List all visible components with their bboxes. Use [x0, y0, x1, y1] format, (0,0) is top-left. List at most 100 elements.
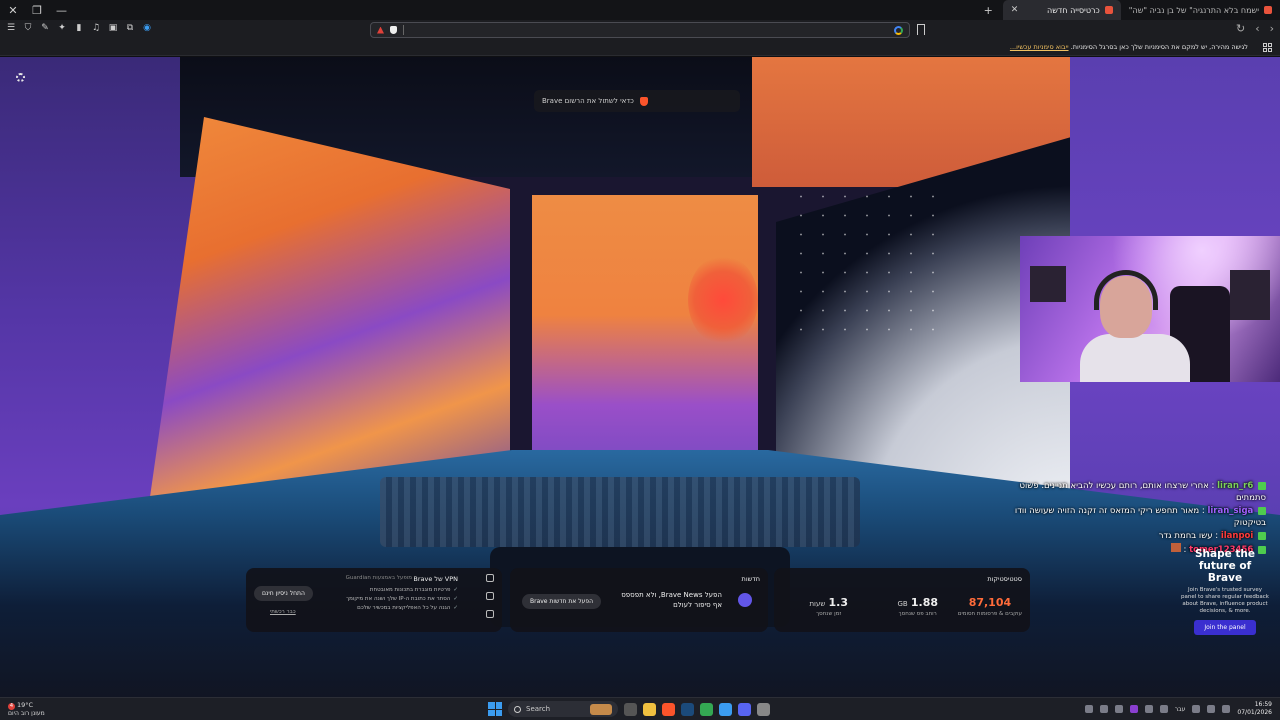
nav-buttons: ↻ ‹ ›: [1236, 22, 1274, 35]
weather-desc: מעונן רוב היום: [8, 710, 45, 717]
tab-label: כרטיסייה חדשה: [1047, 5, 1100, 15]
puzzle-icon[interactable]: ✦: [57, 23, 67, 33]
app-icon[interactable]: [719, 702, 732, 716]
vpn-title: VPN של Brave: [413, 575, 458, 583]
clock[interactable]: 16:59 07/01/2026: [1237, 701, 1272, 717]
discord-icon[interactable]: [738, 702, 751, 716]
alert-icon[interactable]: [486, 592, 494, 600]
clock-time: 16:59: [1254, 701, 1272, 708]
stat-label: עוקבים & פרסומות חסומים: [957, 611, 1022, 617]
join-panel-button[interactable]: Join the panel: [1194, 620, 1256, 635]
new-tab-button[interactable]: +: [974, 4, 1003, 17]
tabs: ישמח בלא התרנגיה" של בן נביה "שה" כרטיסי…: [974, 0, 1280, 20]
forward-icon[interactable]: ›: [1270, 22, 1274, 35]
vpn-feature: הגנה על כל האפליקציות במכשיר שלכם: [346, 604, 458, 613]
extension-icon[interactable]: ✎: [40, 23, 50, 33]
tab-new-tab[interactable]: כרטיסייה חדשה ✕: [1002, 0, 1121, 20]
wallet-icon[interactable]: ▣: [108, 23, 118, 33]
wifi-icon[interactable]: ◉: [142, 23, 152, 33]
notification-badge: 4: [8, 703, 15, 710]
wallet-icon[interactable]: [486, 610, 494, 618]
vpn-widget: VPN של Brave מופעל באמצעות Guardian פרטי…: [246, 568, 502, 632]
start-free-trial-button[interactable]: התחל ניסיון חינם: [254, 586, 313, 601]
already-purchased-link[interactable]: כבר רכשתי: [270, 609, 296, 615]
bookmarks-hint-text: לגישה מהירה, יש למקם את הסימניות שלך כאן…: [1070, 43, 1248, 51]
tray-app-icon[interactable]: [1099, 705, 1108, 713]
minimize-icon[interactable]: —: [56, 4, 67, 17]
webcam-overlay: [1020, 236, 1280, 382]
enable-news-button[interactable]: הפעל את חדשות Brave: [522, 594, 602, 609]
stat-unit: GB: [897, 600, 908, 608]
chevron-up-icon[interactable]: [1084, 705, 1093, 713]
brave-rewards-icon[interactable]: [377, 26, 384, 34]
battery-icon[interactable]: [1222, 705, 1231, 713]
kick-badge-icon: [1258, 506, 1266, 515]
settings-icon[interactable]: [757, 702, 770, 716]
stat-value: 1.3: [828, 596, 849, 609]
kick-badge-icon: [1258, 531, 1266, 540]
apps-grid-icon[interactable]: [1263, 43, 1272, 52]
search-label: Search: [526, 705, 551, 713]
vpn-subtitle: מופעל באמצעות Guardian: [345, 575, 412, 581]
notice-text: כדאי לשתול את הרשום Brave: [542, 97, 634, 105]
task-view-icon[interactable]: [624, 702, 637, 716]
tab-label: ישמח בלא התרנגיה" של בן נביה "שה": [1128, 5, 1259, 15]
clock-date: 07/01/2026: [1237, 709, 1272, 716]
brave-shields-icon[interactable]: [390, 26, 397, 34]
language-indicator[interactable]: עבר: [1175, 706, 1186, 713]
chrome-icon[interactable]: [700, 702, 713, 716]
stat-label: זמן שנחסך: [816, 611, 842, 617]
close-icon[interactable]: ✕: [8, 4, 18, 17]
menu-icon[interactable]: ☰: [6, 23, 16, 33]
chat-username: liran_siga: [1207, 506, 1254, 516]
stat-value: 1.88: [910, 596, 938, 609]
stat-value: 87,104: [968, 596, 1012, 609]
file-explorer-icon[interactable]: [643, 702, 656, 716]
promo-body: Join Brave's trusted survey panel to sha…: [1181, 587, 1269, 614]
steam-icon[interactable]: [681, 702, 694, 716]
vpn-feature: הסתר את כתובת ה-IP שלך ושנה את מיקומך: [346, 595, 458, 604]
toolbar: ☰ ⛉ ✎ ✦ ▮ ♫ ▣ ⧉ ◉ ↻ ‹ ›: [0, 20, 1280, 40]
tab-stream[interactable]: ישמח בלא התרנגיה" של בן נביה "שה": [1121, 0, 1280, 20]
stat-label: רוחב פס שנחסך: [898, 611, 937, 617]
brave-notice[interactable]: כדאי לשתול את הרשום Brave: [534, 90, 740, 112]
bookmark-icon[interactable]: [917, 24, 925, 35]
tray-app-icon[interactable]: [1144, 705, 1153, 713]
weather-temp: 19°C: [17, 701, 34, 709]
settings-gear-icon[interactable]: [16, 73, 25, 82]
start-icon[interactable]: [488, 702, 502, 716]
tray-app-icon[interactable]: [1114, 705, 1123, 713]
stats-widget: סטטיסטיקות 87,104 עוקבים & פרסומות חסומי…: [774, 568, 1030, 632]
search-highlight-icon: [590, 703, 612, 715]
chat-message: liran_siga : מאור תחפש ריקי המזאס זה זקנ…: [1014, 506, 1266, 528]
address-bar[interactable]: [370, 22, 910, 38]
taskbar-search[interactable]: Search: [508, 701, 618, 717]
vpn-shield-icon[interactable]: [486, 574, 494, 582]
google-icon: [894, 25, 903, 35]
tray-app-icon[interactable]: [1129, 705, 1138, 713]
chat-text: עשו בחמת גדר: [1158, 531, 1213, 541]
url-input[interactable]: [403, 25, 888, 35]
chat-username: ilanpoi: [1220, 531, 1254, 541]
tab-close-icon[interactable]: ✕: [1011, 5, 1019, 15]
crop-icon[interactable]: ⧉: [125, 23, 135, 33]
back-icon[interactable]: ‹: [1255, 22, 1259, 35]
restore-icon[interactable]: ❐: [32, 4, 42, 17]
brave-icon: [639, 96, 648, 106]
import-bookmarks-link[interactable]: ייבוא סימניות עכשיו...: [1010, 43, 1069, 51]
stat-time: 1.3 שעות זמן שנחסך: [809, 596, 848, 617]
reload-icon[interactable]: ↻: [1236, 22, 1245, 35]
brave-icon[interactable]: [662, 702, 675, 716]
bookmarks-bar: לגישה מהירה, יש למקם את הסימניות שלך כאן…: [0, 40, 1280, 56]
promo-title: Shape the future of Brave: [1194, 548, 1256, 584]
weather-widget[interactable]: 4 19°C מעונן רוב היום: [8, 701, 45, 718]
music-icon[interactable]: ♫: [91, 23, 101, 33]
shield-icon[interactable]: ⛉: [23, 23, 33, 33]
tray-app-icon[interactable]: [1159, 705, 1168, 713]
sidebar-icon[interactable]: ▮: [74, 23, 84, 33]
wifi-icon[interactable]: [1192, 705, 1201, 713]
system-tray: עבר 16:59 07/01/2026: [1084, 701, 1272, 717]
windows-taskbar: 4 19°C מעונן רוב היום Search עבר 16:59 07…: [0, 697, 1280, 720]
stat-unit: שעות: [809, 600, 826, 608]
volume-icon[interactable]: [1207, 705, 1216, 713]
